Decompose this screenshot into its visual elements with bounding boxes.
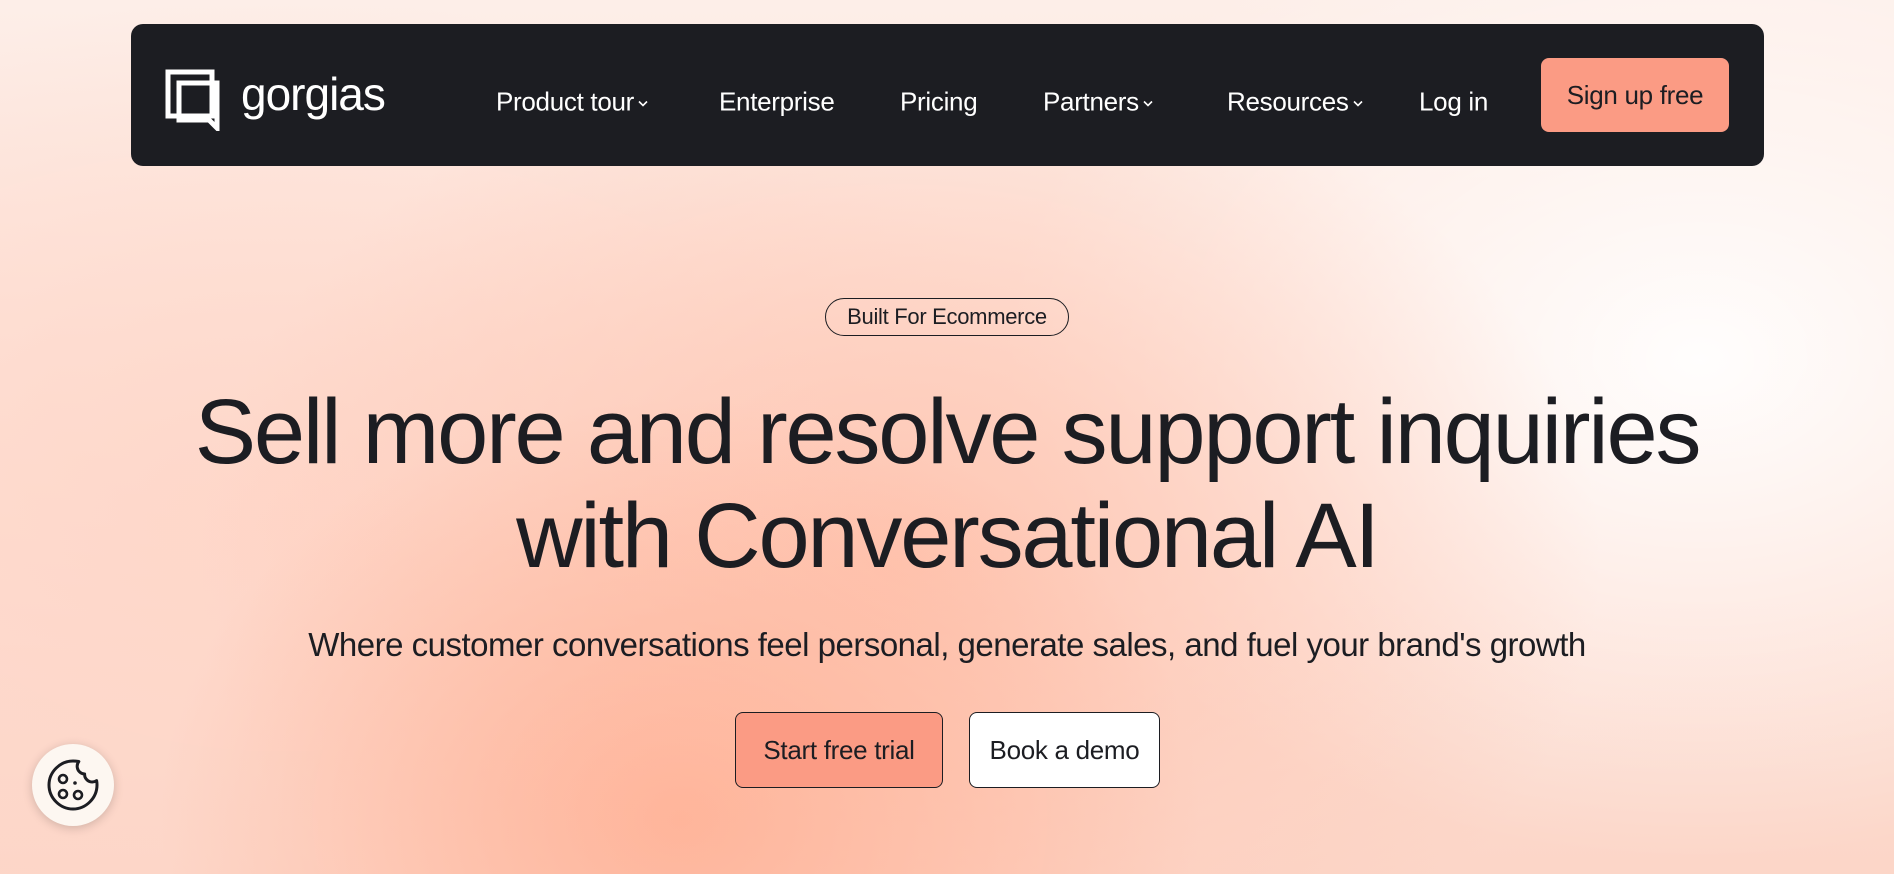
chevron-down-icon: [1353, 100, 1363, 107]
nav-item-label: Product tour: [496, 86, 635, 117]
logo[interactable]: gorgias: [165, 68, 386, 131]
hero-title-line-2: with Conversational AI: [516, 485, 1380, 587]
nav-item-partners[interactable]: Partners: [1043, 87, 1153, 118]
nav-item-pricing[interactable]: Pricing: [900, 86, 978, 118]
hero-title: Sell more and resolve support inquiries …: [0, 380, 1894, 588]
start-free-trial-button[interactable]: Start free trial: [735, 712, 943, 788]
nav-item-label: Partners: [1043, 86, 1139, 117]
sign-up-button[interactable]: Sign up free: [1541, 58, 1729, 132]
gorgias-logo-icon: [165, 69, 220, 131]
category-badge: Built For Ecommerce: [825, 298, 1069, 336]
top-navbar: gorgias Product tour Enterprise Pricing …: [131, 24, 1764, 166]
cookie-settings-button[interactable]: [32, 744, 114, 826]
nav-item-label: Log in: [1419, 86, 1489, 117]
logo-text: gorgias: [241, 68, 386, 120]
nav-item-resources[interactable]: Resources: [1227, 87, 1363, 118]
nav-item-label: Enterprise: [719, 86, 835, 117]
book-demo-button[interactable]: Book a demo: [969, 712, 1160, 788]
cookie-icon: [47, 759, 99, 811]
nav-item-label: Resources: [1227, 86, 1349, 117]
nav-item-label: Pricing: [900, 86, 978, 117]
nav-item-product-tour[interactable]: Product tour: [496, 87, 648, 118]
nav-item-login[interactable]: Log in: [1419, 87, 1488, 118]
nav-item-enterprise[interactable]: Enterprise: [719, 87, 835, 118]
hero-title-line-1: Sell more and resolve support inquiries: [194, 381, 1702, 483]
hero-subtitle: Where customer conversations feel person…: [308, 626, 1586, 663]
chevron-down-icon: [638, 100, 648, 107]
chevron-down-icon: [1143, 100, 1153, 107]
